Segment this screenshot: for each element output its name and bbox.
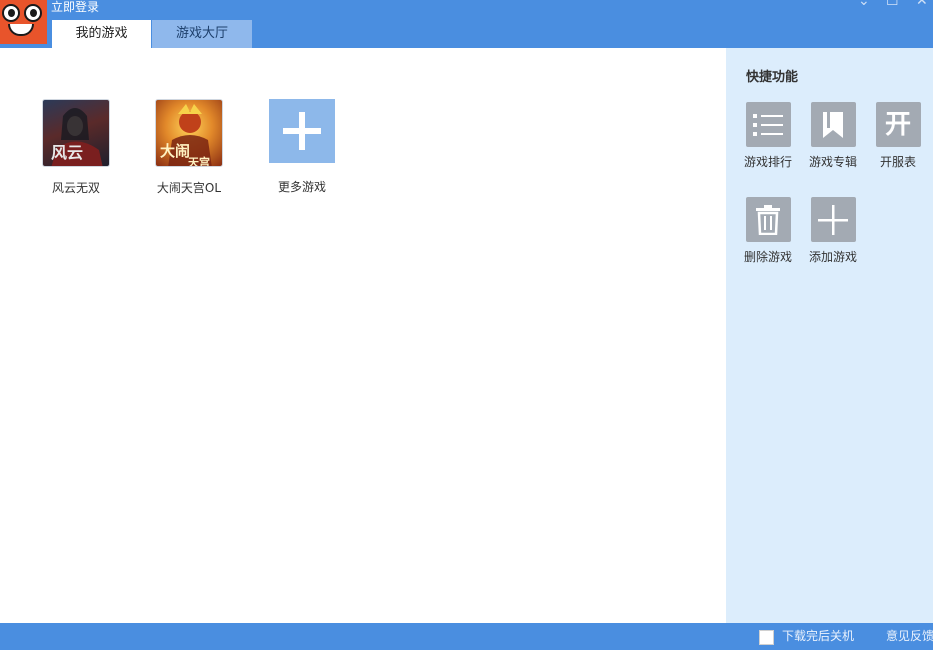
- tab-my-games[interactable]: 我的游戏: [52, 20, 151, 48]
- plus-icon: [269, 99, 335, 163]
- logo-eye-left: [2, 4, 20, 22]
- quick-delete-game-button[interactable]: 删除游戏: [738, 197, 798, 264]
- quick-game-album-button[interactable]: 游戏专辑: [803, 102, 863, 169]
- game-danao-icon: 大闹 天宫: [155, 99, 223, 167]
- svg-text:风云: 风云: [51, 143, 83, 162]
- quick-game-ranking-button[interactable]: 游戏排行: [738, 102, 798, 169]
- tab-game-lobby[interactable]: 游戏大厅: [152, 20, 252, 48]
- plus-icon: [810, 197, 856, 242]
- login-link[interactable]: 立即登录: [51, 0, 99, 15]
- server-open-icon: 开: [875, 102, 921, 147]
- close-icon[interactable]: ✕: [916, 0, 928, 8]
- minimize-icon[interactable]: ⌄: [858, 0, 870, 8]
- quick-server-schedule-button[interactable]: 开 开服表: [868, 102, 928, 169]
- status-bar: 下载完后关机 意见反馈: [0, 623, 933, 650]
- svg-text:大闹: 大闹: [160, 142, 190, 160]
- game-fengyun-icon: 风云: [42, 99, 110, 167]
- quick-functions-panel: 快捷功能 游戏排行 游戏专辑 开 开服表 删除游戏 添加游戏: [726, 48, 933, 623]
- svg-text:天宫: 天宫: [188, 155, 210, 167]
- game-tile-danao[interactable]: 大闹 天宫 大闹天宫OL: [144, 99, 234, 195]
- feedback-link[interactable]: 意见反馈: [886, 629, 933, 644]
- quick-add-game-label: 添加游戏: [808, 250, 857, 264]
- list-icon: [745, 102, 791, 147]
- game-danao-label: 大闹天宫OL: [156, 181, 222, 195]
- maximize-icon[interactable]: ☐: [886, 0, 899, 8]
- title-bar: 立即登录 ⌄ ☐ ✕ 我的游戏 游戏大厅: [0, 0, 933, 48]
- app-logo-avatar[interactable]: [0, 0, 47, 44]
- shutdown-after-download-label: 下载完后关机: [782, 629, 855, 643]
- logo-mouth: [8, 24, 34, 36]
- quick-game-ranking-label: 游戏排行: [743, 155, 792, 169]
- bookmark-icon: [810, 102, 856, 147]
- more-games-button[interactable]: 更多游戏: [257, 99, 347, 194]
- logo-eye-right: [24, 4, 42, 22]
- shutdown-after-download-checkbox[interactable]: [759, 630, 774, 645]
- more-games-label: 更多游戏: [277, 180, 326, 194]
- quick-server-schedule-label: 开服表: [879, 155, 916, 169]
- quick-add-game-button[interactable]: 添加游戏: [803, 197, 863, 264]
- server-open-glyph: 开: [884, 109, 911, 140]
- quick-game-album-label: 游戏专辑: [808, 155, 857, 169]
- trash-icon: [745, 197, 791, 242]
- game-fengyun-label: 风云无双: [51, 181, 100, 195]
- game-tile-fengyun[interactable]: 风云 风云无双: [31, 99, 121, 195]
- quick-delete-game-label: 删除游戏: [743, 250, 792, 264]
- quick-functions-title: 快捷功能: [746, 70, 799, 85]
